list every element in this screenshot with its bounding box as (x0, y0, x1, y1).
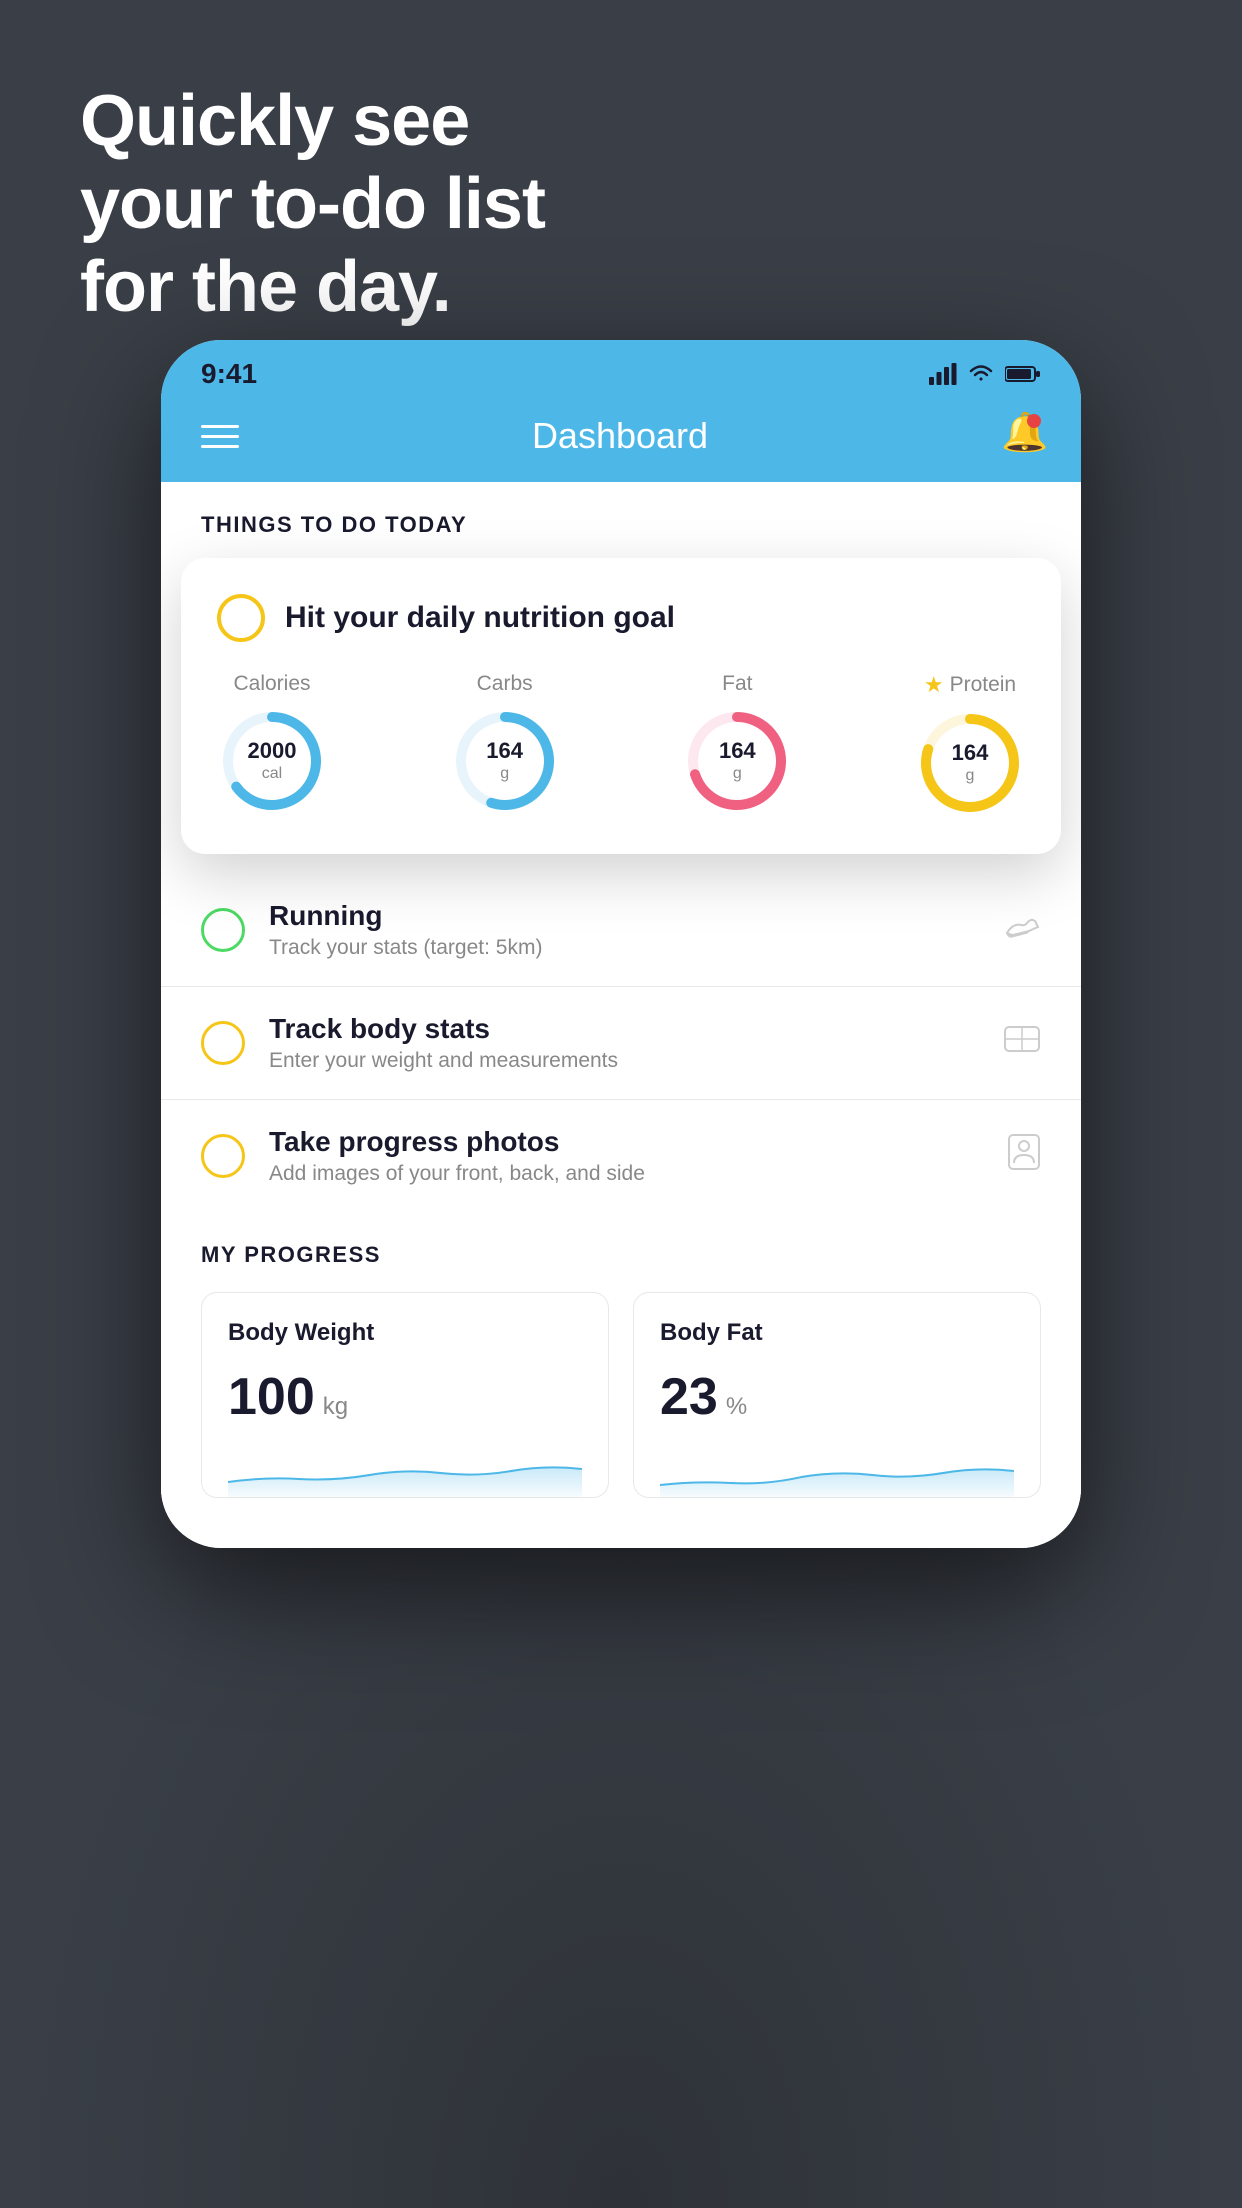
body-stats-subtitle: Enter your weight and measurements (269, 1049, 979, 1073)
things-to-do-header: THINGS TO DO TODAY (161, 482, 1081, 548)
running-subtitle: Track your stats (target: 5km) (269, 936, 981, 960)
calories-label: Calories (233, 672, 310, 696)
fat-donut: 164 g (682, 706, 792, 816)
shoe-icon (1005, 912, 1041, 949)
todo-item-running[interactable]: Running Track your stats (target: 5km) (161, 874, 1081, 987)
body-stats-text: Track body stats Enter your weight and m… (269, 1013, 979, 1073)
body-fat-unit: % (726, 1393, 747, 1421)
body-stats-circle (201, 1021, 245, 1065)
carbs-label: Carbs (477, 672, 533, 696)
todo-item-body-stats[interactable]: Track body stats Enter your weight and m… (161, 987, 1081, 1100)
body-fat-value: 23 (660, 1367, 718, 1427)
todo-item-progress-photos[interactable]: Take progress photos Add images of your … (161, 1100, 1081, 1212)
body-weight-chart (228, 1447, 582, 1497)
calories-value-text: 2000 cal (248, 738, 297, 784)
carbs-donut: 164 g (450, 706, 560, 816)
hero-text: Quickly see your to-do list for the day. (80, 80, 545, 328)
fat-label: Fat (722, 672, 752, 696)
person-icon (1007, 1133, 1041, 1179)
body-fat-chart (660, 1447, 1014, 1497)
nutrition-card-title: Hit your daily nutrition goal (285, 601, 675, 635)
running-circle (201, 908, 245, 952)
fat-value-text: 164 g (719, 738, 756, 784)
carbs-value-text: 164 g (486, 738, 523, 784)
signal-icon (929, 363, 957, 385)
body-weight-card-title: Body Weight (228, 1319, 582, 1347)
protein-donut: 164 g (915, 708, 1025, 818)
body-fat-card-title: Body Fat (660, 1319, 1014, 1347)
battery-icon (1005, 365, 1041, 383)
progress-photos-subtitle: Add images of your front, back, and side (269, 1162, 983, 1186)
hero-line2: your to-do list (80, 163, 545, 246)
running-title: Running (269, 900, 981, 932)
progress-photos-circle (201, 1134, 245, 1178)
body-weight-card: Body Weight 100 kg (201, 1292, 609, 1498)
status-time: 9:41 (201, 358, 257, 390)
star-icon: ★ (924, 672, 944, 698)
todo-list: Running Track your stats (target: 5km) (161, 874, 1081, 1212)
progress-cards: Body Weight 100 kg (201, 1292, 1041, 1498)
protein-label: ★ Protein (924, 672, 1016, 698)
protein-value-text: 164 g (952, 740, 989, 786)
progress-photos-text: Take progress photos Add images of your … (269, 1126, 983, 1186)
wifi-icon (967, 363, 995, 385)
nutrition-row: Calories 2000 cal (217, 672, 1025, 818)
nutrition-item-calories: Calories 2000 cal (217, 672, 327, 816)
progress-section-header: MY PROGRESS (201, 1242, 1041, 1268)
progress-photos-title: Take progress photos (269, 1126, 983, 1158)
header-title: Dashboard (532, 415, 708, 457)
nutrition-item-fat: Fat 164 g (682, 672, 792, 816)
calories-donut: 2000 cal (217, 706, 327, 816)
app-header: Dashboard 🔔 (161, 400, 1081, 482)
hero-line1: Quickly see (80, 80, 545, 163)
body-stats-title: Track body stats (269, 1013, 979, 1045)
hero-line3: for the day. (80, 246, 545, 329)
status-bar: 9:41 (161, 340, 1081, 400)
nutrition-item-protein: ★ Protein 164 g (915, 672, 1025, 818)
status-icons (929, 363, 1041, 385)
nutrition-card-title-row: Hit your daily nutrition goal (217, 594, 1025, 642)
scale-icon (1003, 1023, 1041, 1063)
progress-section: MY PROGRESS Body Weight 100 kg (161, 1212, 1081, 1528)
body-weight-value-row: 100 kg (228, 1367, 582, 1427)
nutrition-card: Hit your daily nutrition goal Calories (181, 558, 1061, 854)
hamburger-menu-button[interactable] (201, 425, 239, 448)
body-fat-value-row: 23 % (660, 1367, 1014, 1427)
body-weight-unit: kg (323, 1393, 348, 1421)
bell-icon: 🔔 (1001, 412, 1048, 454)
phone-wrapper: 9:41 (161, 340, 1081, 1548)
nutrition-circle-check (217, 594, 265, 642)
notification-button[interactable]: 🔔 (1001, 414, 1041, 458)
body-fat-card: Body Fat 23 % (633, 1292, 1041, 1498)
notification-badge (1027, 414, 1041, 428)
body-weight-value: 100 (228, 1367, 315, 1427)
main-content: THINGS TO DO TODAY Hit your daily nutrit… (161, 482, 1081, 1548)
phone: 9:41 (161, 340, 1081, 1548)
nutrition-item-carbs: Carbs 164 g (450, 672, 560, 816)
running-text: Running Track your stats (target: 5km) (269, 900, 981, 960)
